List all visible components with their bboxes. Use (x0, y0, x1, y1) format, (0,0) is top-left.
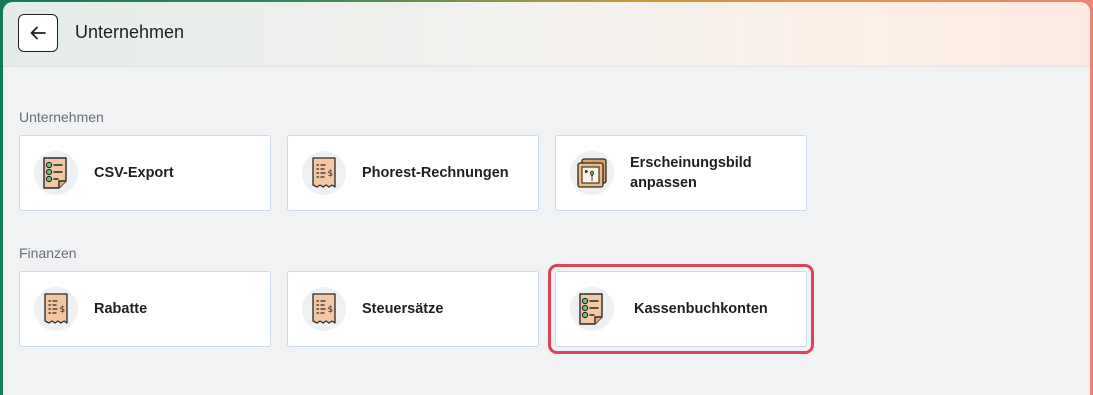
section-label-unternehmen: Unternehmen (19, 109, 104, 125)
app-window: Unternehmen Unternehmen CSV-Export $ Pho… (3, 2, 1090, 395)
svg-text:$: $ (328, 305, 334, 315)
card-kassenbuchkonten[interactable]: Kassenbuchkonten (555, 271, 807, 347)
picture-frame-icon (570, 151, 614, 195)
receipt-icon: $ (302, 151, 346, 195)
card-phorest-rechnungen[interactable]: $ Phorest-Rechnungen (287, 135, 539, 211)
checklist-document-icon (34, 151, 78, 195)
page-title: Unternehmen (75, 22, 185, 42)
svg-text:$: $ (328, 169, 334, 179)
card-erscheinungsbild[interactable]: Erscheinungsbild anpassen (555, 135, 807, 211)
receipt-icon: $ (302, 287, 346, 331)
card-label: Steuersätze (362, 301, 444, 317)
page-header: Unternehmen (3, 2, 1090, 67)
card-label: Phorest-Rechnungen (362, 165, 509, 181)
card-rabatte[interactable]: $ Rabatte (19, 271, 271, 347)
checklist-document-icon (570, 287, 614, 331)
card-label: Kassenbuchkonten (634, 301, 768, 317)
arrow-left-icon (30, 26, 46, 40)
section-label-finanzen: Finanzen (19, 245, 77, 261)
card-steuersaetze[interactable]: $ Steuersätze (287, 271, 539, 347)
back-button[interactable] (18, 14, 58, 52)
svg-text:$: $ (60, 305, 66, 315)
receipt-icon: $ (34, 287, 78, 331)
card-label: Erscheinungsbild anpassen (630, 155, 752, 191)
card-label: CSV-Export (94, 165, 174, 181)
card-csv-export[interactable]: CSV-Export (19, 135, 271, 211)
card-label: Rabatte (94, 301, 148, 317)
